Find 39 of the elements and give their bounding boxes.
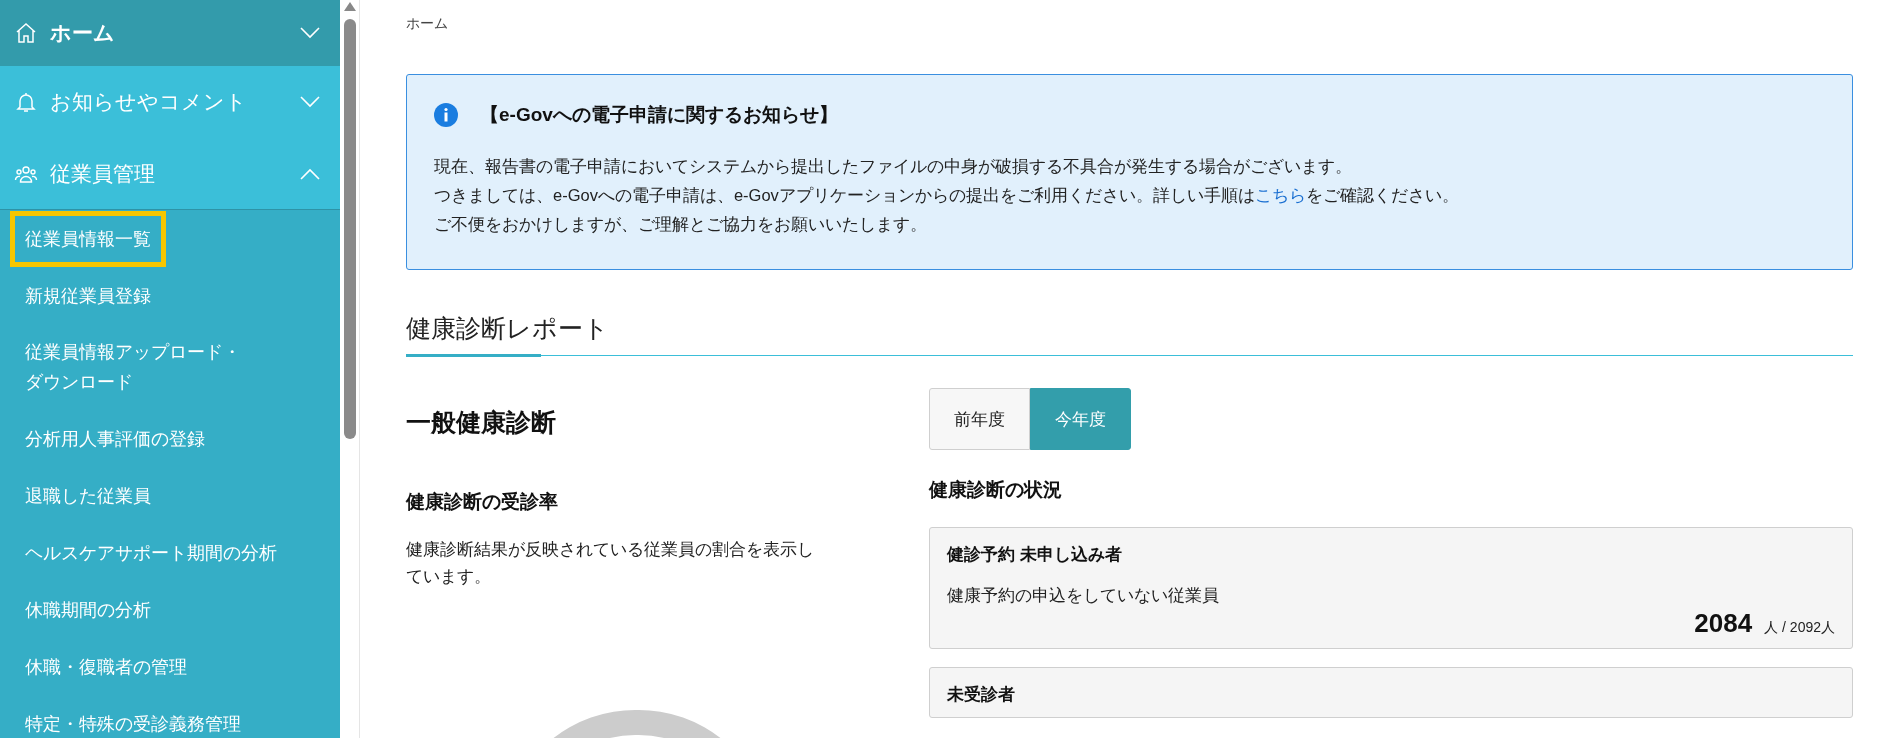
chevron-down-icon — [300, 27, 320, 39]
sidebar-item[interactable]: 新規従業員登録 — [10, 267, 166, 324]
year-tab[interactable]: 今年度 — [1030, 388, 1131, 450]
notice-title: 【e-Govへの電子申請に関するお知らせ】 — [480, 103, 838, 127]
sidebar-section-label: ホーム — [50, 20, 116, 47]
sidebar-section[interactable]: 従業員管理 — [0, 138, 340, 210]
rate-title: 健康診断の受診率 — [406, 489, 559, 514]
section-title: 健康診断レポート — [406, 312, 610, 344]
card-total: 人 / 2092人 — [1764, 618, 1835, 637]
rate-description: 健康診断結果が反映されている従業員の割合を表示しています。 — [406, 539, 815, 587]
sidebar-section[interactable]: ホーム — [0, 0, 340, 66]
sidebar-item[interactable]: 休職・復職者の管理 — [10, 638, 202, 695]
sidebar-item[interactable]: 特定・特殊の受診義務管理 — [10, 695, 256, 738]
notice-text: 現在、報告書の電子申請においてシステムから提出したファイルの中身が破損する不具合が発生する場合がございます。 つきましては、e-Govへの電子申請は、e-Govアプリケーションからの提出をご利用ください。詳しい手順はこちら をご確認ください。 ご不便をおかけしますが、ご理解とご協力をお願いいたします。 — [434, 155, 1460, 235]
sidebar-item[interactable]: 従業員情報一覧 — [10, 210, 166, 267]
card-description: 健康予約の申込をしていない従業員 — [947, 585, 1220, 607]
home-icon — [14, 21, 38, 45]
card-title: 未受診者 — [947, 684, 1016, 705]
card-title: 健診予約 未申し込み者 — [947, 543, 1123, 565]
status-title: 健康診断の状況 — [929, 478, 1063, 502]
card-count: 2084 — [1694, 608, 1753, 638]
scrollbar-thumb[interactable] — [343, 19, 356, 439]
sidebar-item[interactable]: ヘルスケアサポート期間の分析 — [10, 524, 292, 581]
scroll-up-icon[interactable] — [343, 2, 356, 11]
sidebar-item[interactable]: 分析用人事評価の登録 — [10, 410, 220, 467]
sidebar-section[interactable]: お知らせやコメント — [0, 66, 340, 138]
report-title: 一般健康診断 — [406, 407, 557, 438]
sidebar-section-label: お知らせやコメント — [50, 89, 248, 116]
sidebar-item[interactable]: 従業員情報アップロード・ ダウンロード — [10, 324, 256, 410]
sidebar-item[interactable]: 休職期間の分析 — [10, 581, 166, 638]
notice-link[interactable]: こちら — [1254, 185, 1306, 204]
sidebar-section-label: 従業員管理 — [50, 160, 156, 187]
sidebar-item[interactable]: 退職した従業員 — [10, 467, 166, 524]
info-icon — [434, 103, 458, 128]
chevron-down-icon — [300, 96, 320, 108]
breadcrumb[interactable]: ホーム — [406, 13, 1853, 34]
chevron-up-icon — [300, 167, 320, 180]
bell-icon — [14, 90, 38, 114]
year-tab[interactable]: 前年度 — [929, 388, 1030, 450]
